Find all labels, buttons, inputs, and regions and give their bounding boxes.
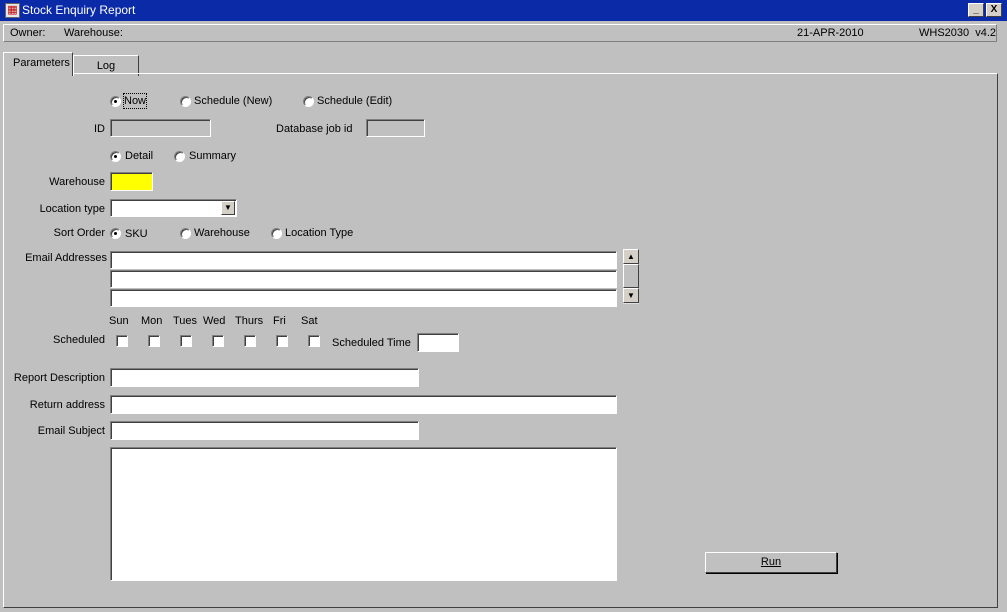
day-label-sat: Sat xyxy=(301,315,318,327)
tab-log-label: Log xyxy=(96,60,116,72)
scheduled-time-input[interactable] xyxy=(417,333,459,352)
email-addresses-label: Email Addresses xyxy=(25,252,107,264)
day-label-tues: Tues xyxy=(173,315,198,327)
email-address-field-3[interactable] xyxy=(110,289,617,307)
email-subject-input[interactable] xyxy=(110,421,419,440)
owner-label: Owner: xyxy=(10,27,46,39)
radio-now[interactable] xyxy=(110,96,121,107)
email-address-field-1[interactable] xyxy=(110,251,617,269)
radio-sort-sku-label[interactable]: SKU xyxy=(125,227,148,241)
id-label: ID xyxy=(94,123,105,135)
checkbox-thurs[interactable] xyxy=(244,335,256,347)
tab-parameters[interactable]: Parameters xyxy=(3,52,73,76)
tab-parameters-label: Parameters xyxy=(13,57,70,69)
radio-summary-label[interactable]: Summary xyxy=(189,149,236,163)
warehouse-label: Warehouse xyxy=(49,176,105,188)
chevron-down-icon[interactable]: ▼ xyxy=(221,201,235,215)
window-title: Stock Enquiry Report xyxy=(22,3,136,17)
report-description-input[interactable] xyxy=(110,368,419,387)
checkbox-mon[interactable] xyxy=(148,335,160,347)
radio-detail-label[interactable]: Detail xyxy=(125,149,153,163)
radio-sort-location-type-label[interactable]: Location Type xyxy=(285,226,353,240)
version-label: WHS2030 v4.2 xyxy=(919,27,997,39)
day-label-thurs: Thurs xyxy=(235,315,264,327)
radio-schedule-edit[interactable] xyxy=(303,96,314,107)
radio-sort-warehouse[interactable] xyxy=(180,228,191,239)
checkbox-fri[interactable] xyxy=(276,335,288,347)
run-button[interactable]: Run xyxy=(705,552,837,573)
checkbox-sun[interactable] xyxy=(116,335,128,347)
radio-now-label[interactable]: Now xyxy=(122,93,148,109)
warehouse-info-label: Warehouse: xyxy=(64,27,123,39)
scheduled-time-label: Scheduled Time xyxy=(332,337,411,349)
sort-order-label: Sort Order xyxy=(53,227,105,239)
day-label-wed: Wed xyxy=(203,315,226,327)
scheduled-label: Scheduled xyxy=(53,334,105,346)
report-app-icon[interactable]: ▦ xyxy=(5,3,20,18)
checkbox-tues[interactable] xyxy=(180,335,192,347)
day-label-mon: Mon xyxy=(141,315,163,327)
warehouse-input[interactable] xyxy=(110,172,153,191)
location-type-label: Location type xyxy=(39,203,105,215)
info-bar: Owner: Warehouse: 21-APR-2010 WHS2030 v4… xyxy=(3,24,997,42)
day-label-sun: Sun xyxy=(109,315,129,327)
scroll-down-icon[interactable]: ▼ xyxy=(623,288,639,303)
email-address-field-2[interactable] xyxy=(110,270,617,288)
report-date: 21-APR-2010 xyxy=(797,27,864,39)
return-address-label: Return address xyxy=(29,399,105,411)
close-button[interactable]: X xyxy=(986,3,1002,17)
database-job-id-label: Database job id xyxy=(276,123,353,135)
location-type-select[interactable] xyxy=(110,199,237,217)
minimize-button[interactable]: _ xyxy=(968,3,984,17)
email-subject-label: Email Subject xyxy=(37,425,105,437)
radio-detail[interactable] xyxy=(110,151,121,162)
radio-sort-location-type[interactable] xyxy=(271,228,282,239)
id-field xyxy=(110,119,211,137)
checkbox-wed[interactable] xyxy=(212,335,224,347)
database-job-id-field xyxy=(366,119,425,137)
title-bar: ▦ Stock Enquiry Report _ X xyxy=(0,0,1007,21)
day-label-fri: Fri xyxy=(273,315,286,327)
scroll-up-icon[interactable]: ▲ xyxy=(623,249,639,264)
return-address-input[interactable] xyxy=(110,395,617,414)
radio-sort-sku[interactable] xyxy=(110,228,121,239)
radio-schedule-new[interactable] xyxy=(180,96,191,107)
email-body-textarea[interactable] xyxy=(110,447,617,581)
radio-schedule-edit-label[interactable]: Schedule (Edit) xyxy=(317,94,392,108)
report-description-label: Report Description xyxy=(13,372,105,384)
scroll-thumb[interactable] xyxy=(623,264,639,288)
radio-summary[interactable] xyxy=(174,151,185,162)
radio-schedule-new-label[interactable]: Schedule (New) xyxy=(194,94,272,108)
checkbox-sat[interactable] xyxy=(308,335,320,347)
radio-sort-warehouse-label[interactable]: Warehouse xyxy=(194,226,250,240)
